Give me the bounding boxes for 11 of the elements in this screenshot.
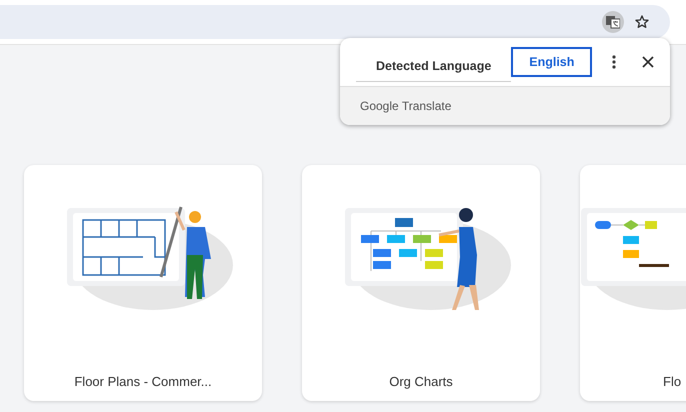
card-title: Floor Plans - Commer... <box>74 374 212 389</box>
template-card[interactable]: Flo <box>580 165 686 401</box>
template-card[interactable]: Floor Plans - Commer... <box>24 165 262 401</box>
translate-icon[interactable] <box>602 11 624 33</box>
template-card[interactable]: Org Charts <box>302 165 540 401</box>
bookmark-star-icon[interactable] <box>634 14 650 30</box>
language-tab[interactable]: Detected Language <box>356 42 512 82</box>
card-title: Flo <box>663 374 682 389</box>
card-title: Org Charts <box>389 374 453 389</box>
google-translate-label: Google Translate <box>360 99 452 113</box>
language-tab[interactable]: English <box>511 47 592 77</box>
